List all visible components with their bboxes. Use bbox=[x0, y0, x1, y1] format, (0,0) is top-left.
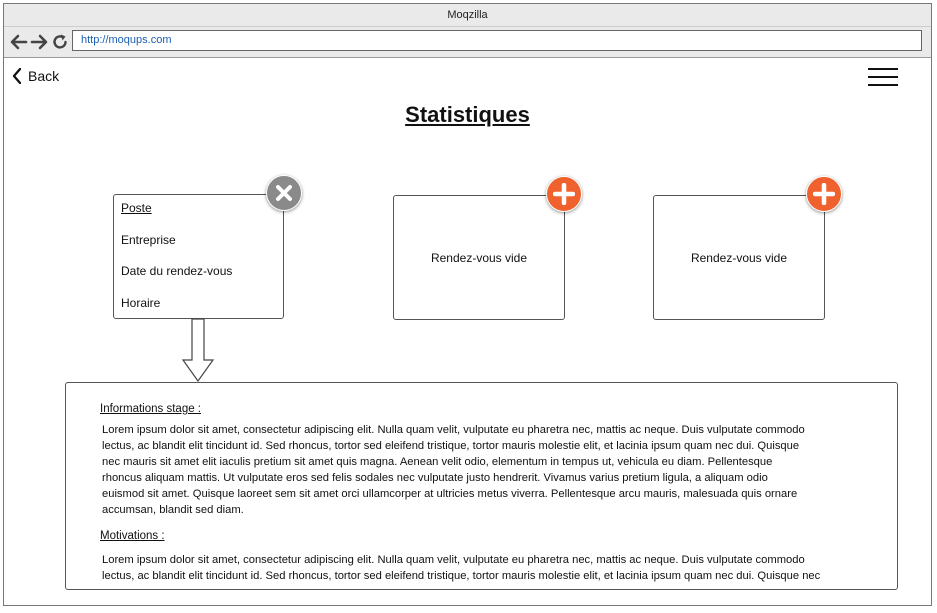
page-content: Back Statistiques Poste Entreprise Date … bbox=[4, 58, 931, 605]
section-text-informations: Lorem ipsum dolor sit amet, consectetur … bbox=[102, 424, 805, 516]
empty-appointment-label: Rendez-vous vide bbox=[690, 250, 788, 265]
chevron-left-icon bbox=[12, 68, 22, 84]
browser-window: Moqzilla http://moqups.com Back Statisti… bbox=[3, 3, 932, 606]
close-icon bbox=[276, 185, 292, 201]
card-field-date: Date du rendez-vous bbox=[121, 264, 233, 278]
arrow-right-icon[interactable] bbox=[30, 33, 48, 51]
card-field-poste: Poste bbox=[121, 201, 152, 215]
back-button[interactable]: Back bbox=[12, 68, 59, 84]
empty-appointment-label: Rendez-vous vide bbox=[430, 250, 528, 265]
card-field-entreprise: Entreprise bbox=[121, 232, 176, 247]
section-heading-motivations: Motivations : bbox=[100, 530, 165, 542]
plus-icon bbox=[553, 183, 575, 205]
back-label: Back bbox=[28, 68, 60, 84]
section-heading-informations: Informations stage : bbox=[100, 403, 201, 415]
section-text-motivations: Lorem ipsum dolor sit amet, consectetur … bbox=[102, 554, 821, 582]
arrow-down-icon bbox=[182, 318, 214, 382]
empty-appointment-card[interactable]: Rendez-vous vide bbox=[393, 195, 565, 320]
remove-appointment-button[interactable] bbox=[266, 175, 302, 211]
appointment-card[interactable]: Poste Entreprise Date du rendez-vous Hor… bbox=[113, 194, 284, 319]
page-title: Statistiques bbox=[405, 102, 530, 127]
add-appointment-button[interactable] bbox=[806, 176, 842, 212]
plus-icon bbox=[813, 183, 835, 205]
reload-icon[interactable] bbox=[51, 33, 69, 51]
add-appointment-button[interactable] bbox=[546, 176, 582, 212]
hamburger-menu-icon[interactable] bbox=[868, 68, 898, 88]
details-panel: Informations stage : Lorem ipsum dolor s… bbox=[65, 382, 898, 590]
browser-navbar: http://moqups.com bbox=[4, 27, 931, 58]
empty-appointment-card[interactable]: Rendez-vous vide bbox=[653, 195, 825, 320]
window-title: Moqzilla bbox=[4, 4, 931, 27]
arrow-left-icon[interactable] bbox=[10, 33, 28, 51]
url-input[interactable]: http://moqups.com bbox=[72, 30, 922, 51]
